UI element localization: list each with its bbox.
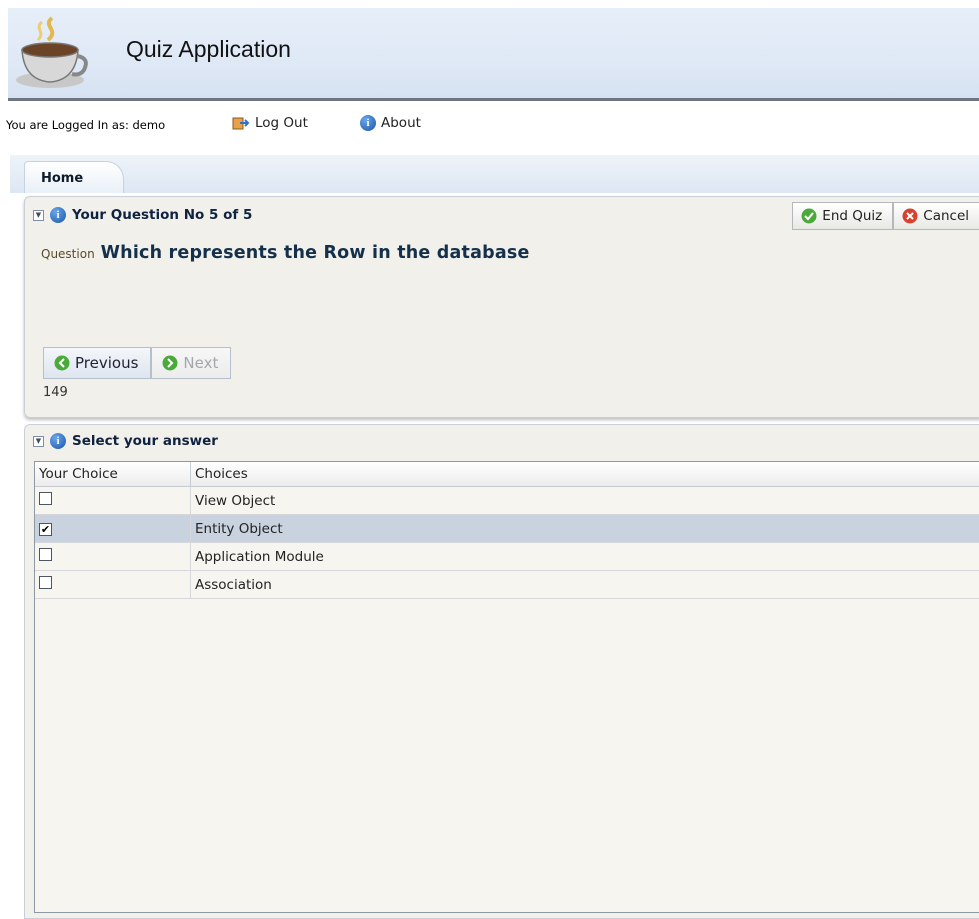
cancel-icon [902,208,918,224]
arrow-right-icon [162,355,178,371]
choice-checkbox[interactable] [39,548,52,561]
column-header-choices[interactable]: Choices [191,462,979,487]
choice-cell [35,571,191,599]
choice-checkbox[interactable] [39,576,52,589]
collapse-toggle-icon[interactable]: ▼ [33,436,44,447]
choice-cell [35,543,191,571]
previous-button[interactable]: Previous [43,347,151,379]
app-header: Quiz Application [8,8,979,101]
choice-text: Association [191,571,979,599]
quiz-actions: End Quiz Cancel [792,202,979,230]
arrow-left-icon [54,355,70,371]
logged-in-label: You are Logged In as: demo [6,118,165,132]
question-counter: 149 [43,385,68,400]
answer-panel: ▼ i Select your answer Your Choice Choic… [24,424,979,919]
previous-label: Previous [75,354,138,372]
cancel-label: Cancel [923,208,969,224]
end-quiz-button[interactable]: End Quiz [792,202,893,230]
session-bar: You are Logged In as: demo Log Out i Abo… [0,112,979,138]
logout-icon [232,115,250,131]
table-row[interactable]: View Object [35,487,979,515]
answer-panel-title: Select your answer [72,433,218,449]
next-button[interactable]: Next [151,347,231,379]
info-icon: i [50,207,66,223]
tab-home[interactable]: Home [24,161,124,193]
question-line: Question Which represents the Row in the… [41,243,530,263]
coffee-cup-icon [12,14,92,94]
logout-link[interactable]: Log Out [232,115,308,131]
choice-cell [35,487,191,515]
choices-table: Your Choice Choices View Object ✔ Entity… [34,461,979,913]
cancel-button[interactable]: Cancel [893,202,979,230]
table-row[interactable]: Association [35,571,979,599]
choice-text: View Object [191,487,979,515]
next-label: Next [183,354,218,372]
question-panel-header: ▼ i Your Question No 5 of 5 [33,207,252,223]
table-row[interactable]: Application Module [35,543,979,571]
choice-text: Entity Object [191,515,979,543]
about-link[interactable]: i About [360,115,421,131]
choice-cell: ✔ [35,515,191,543]
end-quiz-label: End Quiz [822,208,882,224]
info-icon: i [50,433,66,449]
choice-text: Application Module [191,543,979,571]
app-title: Quiz Application [126,36,291,63]
answer-panel-header: ▼ i Select your answer [33,433,218,449]
logout-label: Log Out [255,115,308,131]
check-icon [801,208,817,224]
question-text: Which represents the Row in the database [101,243,530,263]
table-header-row: Your Choice Choices [35,462,979,487]
collapse-toggle-icon[interactable]: ▼ [33,210,44,221]
question-navigation: Previous Next [43,347,231,379]
tab-strip: Home [10,155,979,193]
question-label: Question [41,247,95,261]
about-label: About [381,115,421,131]
choice-checkbox[interactable]: ✔ [39,523,52,536]
table-row[interactable]: ✔ Entity Object [35,515,979,543]
choice-checkbox[interactable] [39,492,52,505]
question-panel: ▼ i Your Question No 5 of 5 End Quiz Can… [24,196,979,418]
column-header-your-choice[interactable]: Your Choice [35,462,191,487]
info-icon: i [360,115,376,131]
question-panel-title: Your Question No 5 of 5 [72,207,252,223]
